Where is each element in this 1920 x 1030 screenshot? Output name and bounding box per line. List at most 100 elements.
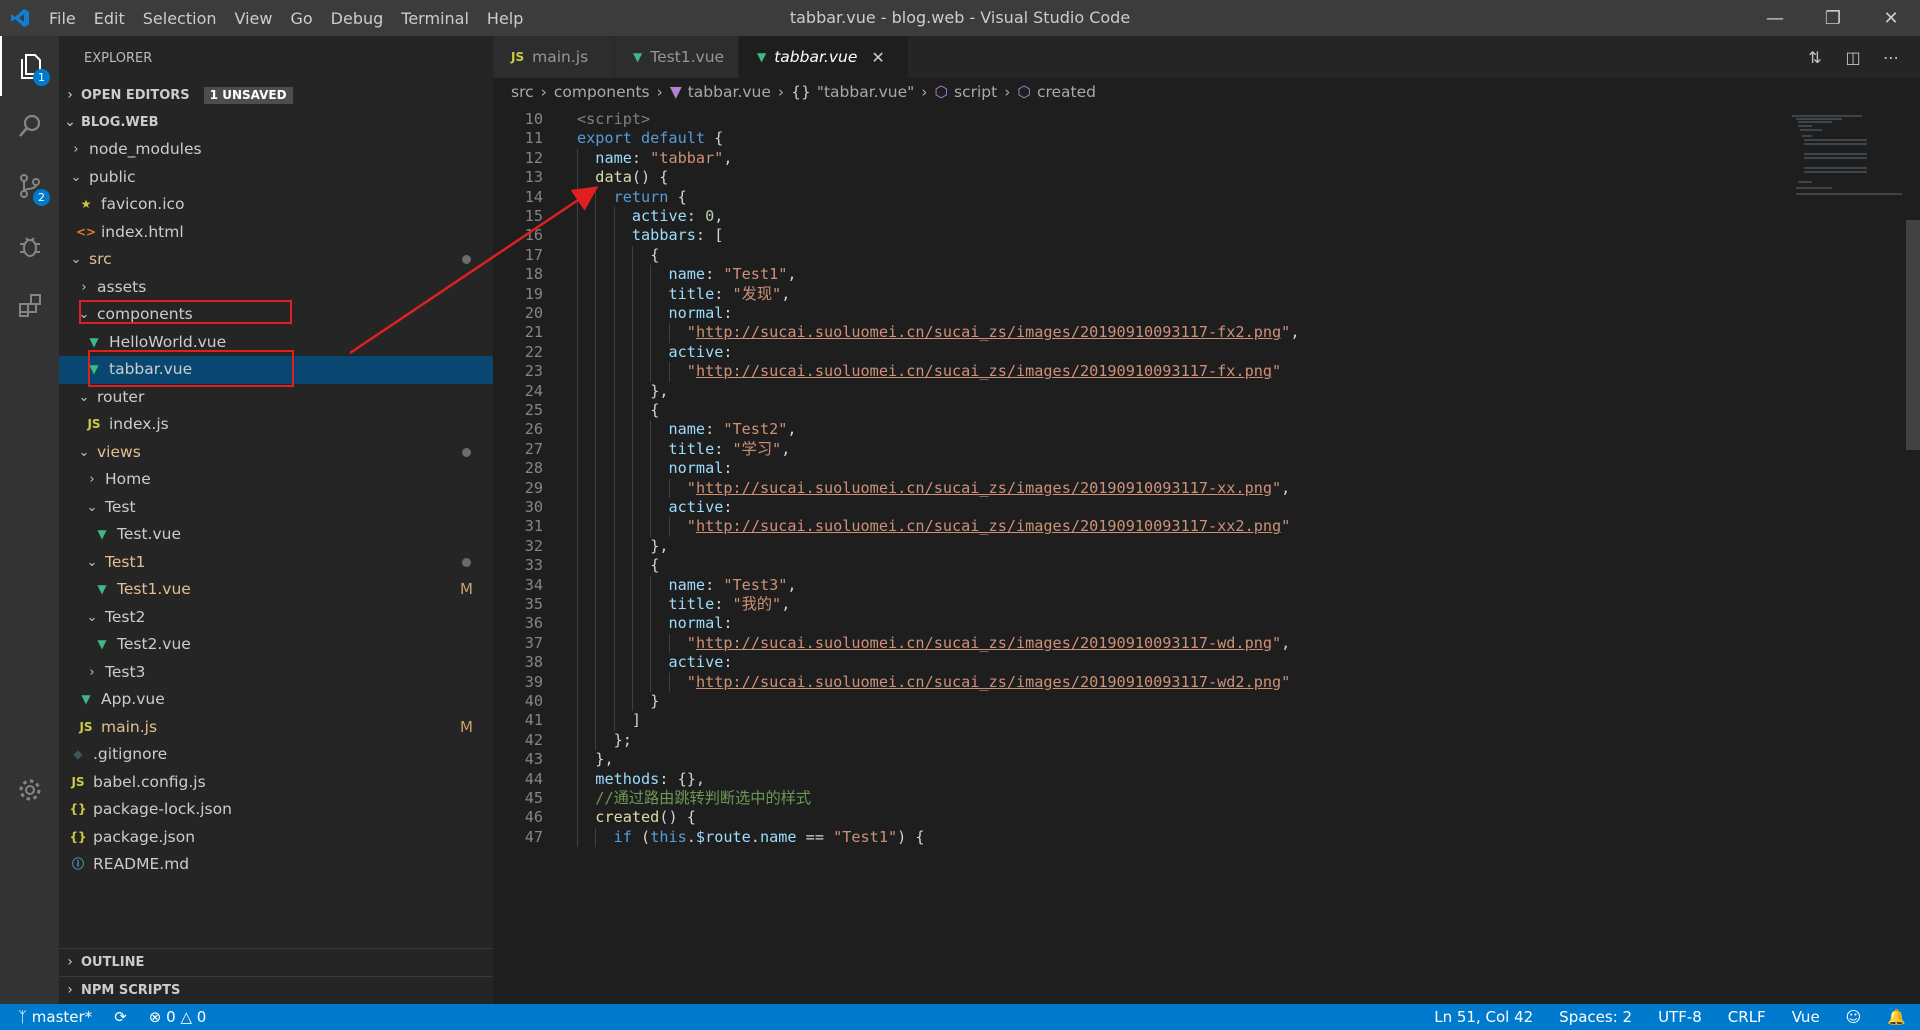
menu-terminal[interactable]: Terminal: [392, 9, 478, 28]
scrollbar-thumb[interactable]: [1906, 220, 1920, 450]
outline-section[interactable]: › OUTLINE: [59, 948, 493, 976]
menu-help[interactable]: Help: [478, 9, 532, 28]
code-token: : [: [695, 226, 724, 245]
code-token: {: [650, 245, 660, 264]
menu-file[interactable]: File: [40, 9, 85, 28]
encoding[interactable]: UTF-8: [1658, 1008, 1702, 1026]
minimap[interactable]: [1792, 110, 1902, 210]
npm-scripts-section[interactable]: › NPM SCRIPTS: [59, 976, 493, 1004]
close-icon[interactable]: ✕: [871, 48, 884, 67]
explorer-button[interactable]: 1: [0, 36, 59, 96]
breadcrumb-item[interactable]: src: [511, 83, 534, 101]
tab-main-js[interactable]: JS main.js: [493, 36, 615, 78]
folder-item[interactable]: › Home: [59, 466, 493, 494]
file-item[interactable]: JS main.js M: [59, 714, 493, 742]
folder-item[interactable]: › assets: [59, 274, 493, 302]
file-item[interactable]: <> index.html: [59, 219, 493, 247]
code-line: 37 "http://sucai.suoluomei.cn/sucai_zs/im…: [493, 634, 1793, 653]
sync-icon[interactable]: ⟳: [114, 1008, 127, 1026]
file-item[interactable]: {} package.json: [59, 824, 493, 852]
breadcrumb-item[interactable]: components: [554, 83, 650, 101]
settings-button[interactable]: [0, 760, 59, 820]
file-item[interactable]: ▼ Test2.vue: [59, 631, 493, 659]
code-token[interactable]: http://sucai.suoluomei.cn/sucai_zs/image…: [696, 673, 1281, 691]
compare-changes-icon[interactable]: ⇅: [1796, 48, 1834, 67]
menu-go[interactable]: Go: [281, 9, 321, 28]
indentation[interactable]: Spaces: 2: [1559, 1008, 1632, 1026]
code-text: active: 0,: [632, 207, 723, 226]
breadcrumb-item[interactable]: script: [954, 83, 997, 101]
debug-button[interactable]: [0, 216, 59, 276]
menu-edit[interactable]: Edit: [85, 9, 134, 28]
folder-item[interactable]: ⌄ views: [59, 439, 493, 467]
restore-icon[interactable]: ❐: [1804, 0, 1862, 36]
file-item[interactable]: {} package-lock.json: [59, 796, 493, 824]
code-line: 23 "http://sucai.suoluomei.cn/sucai_zs/im…: [493, 362, 1793, 381]
problems-indicator[interactable]: ⊗ 0 △ 0: [149, 1008, 207, 1026]
branch-indicator[interactable]: ᛉ master*: [18, 1008, 92, 1026]
breadcrumb-item[interactable]: tabbar.vue: [688, 83, 771, 101]
tab-tabbar-vue[interactable]: ▼ tabbar.vue ✕: [739, 36, 909, 78]
code-token: :: [723, 498, 733, 516]
folder-item[interactable]: ⌄ Test2: [59, 604, 493, 632]
folder-item[interactable]: ⌄ Test: [59, 494, 493, 522]
breadcrumb-item[interactable]: "tabbar.vue": [817, 83, 914, 101]
npm-scripts-label: NPM SCRIPTS: [81, 983, 181, 998]
indent-guide: [668, 362, 670, 382]
open-editors-section[interactable]: › OPEN EDITORS 1 UNSAVED: [59, 82, 493, 109]
minimize-icon[interactable]: —: [1746, 0, 1804, 36]
code-token: "Test1": [833, 827, 898, 846]
folder-item[interactable]: › Test3: [59, 659, 493, 687]
code-token: this: [650, 827, 687, 846]
file-item[interactable]: ★ favicon.ico: [59, 191, 493, 219]
folder-item[interactable]: ⌄ Test1: [59, 549, 493, 577]
tree-item-label: views: [97, 442, 141, 461]
code-token[interactable]: http://sucai.suoluomei.cn/sucai_zs/image…: [696, 634, 1272, 652]
extensions-button[interactable]: [0, 276, 59, 336]
js-file-icon: JS: [71, 774, 85, 789]
folder-item[interactable]: ⌄ public: [59, 164, 493, 192]
file-item[interactable]: ▼ App.vue: [59, 686, 493, 714]
file-item[interactable]: JS babel.config.js: [59, 769, 493, 797]
breadcrumb-item[interactable]: created: [1037, 83, 1096, 101]
close-icon[interactable]: ✕: [1862, 0, 1920, 36]
menu-view[interactable]: View: [226, 9, 282, 28]
search-button[interactable]: [0, 96, 59, 156]
code-token: "Test3": [723, 575, 788, 594]
tree-item-label: public: [89, 167, 136, 186]
workspace-section[interactable]: ⌄ BLOG.WEB: [59, 109, 493, 136]
file-item[interactable]: ⓘ README.md: [59, 851, 493, 879]
tab-test1-vue[interactable]: ▼ Test1.vue: [615, 36, 739, 78]
file-item[interactable]: ▼ Test.vue: [59, 521, 493, 549]
end-of-line[interactable]: CRLF: [1728, 1008, 1766, 1026]
code-token[interactable]: http://sucai.suoluomei.cn/sucai_zs/image…: [696, 479, 1272, 497]
code-editor[interactable]: 10 <script> 11 export default {12 name: "tab…: [493, 110, 1920, 1004]
menu-selection[interactable]: Selection: [134, 9, 226, 28]
folder-item[interactable]: ⌄ router: [59, 384, 493, 412]
cursor-position[interactable]: Ln 51, Col 42: [1434, 1008, 1533, 1026]
menu-debug[interactable]: Debug: [322, 9, 393, 28]
tree-item-label: Test1: [105, 552, 146, 571]
line-number: 16: [524, 226, 543, 245]
code-token[interactable]: http://sucai.suoluomei.cn/sucai_zs/image…: [696, 362, 1272, 380]
vertical-scrollbar[interactable]: [1906, 110, 1920, 1004]
language-mode[interactable]: Vue: [1792, 1008, 1820, 1026]
file-item[interactable]: JS index.js: [59, 411, 493, 439]
code-token: ": [686, 362, 696, 381]
code-line: 42};: [493, 731, 1793, 750]
more-actions-icon[interactable]: ⋯: [1872, 48, 1910, 67]
source-control-button[interactable]: 2: [0, 156, 59, 216]
code-text: created() {: [595, 808, 696, 827]
folder-item[interactable]: ⌄ src: [59, 246, 493, 274]
file-item[interactable]: ▼ Test1.vue M: [59, 576, 493, 604]
feedback-icon[interactable]: ☺: [1846, 1008, 1862, 1026]
file-item[interactable]: ◆ .gitignore: [59, 741, 493, 769]
code-token: active: [668, 498, 724, 516]
code-text: },: [650, 382, 668, 401]
split-editor-icon[interactable]: ◫: [1834, 48, 1872, 67]
code-token[interactable]: http://sucai.suoluomei.cn/sucai_zs/image…: [696, 323, 1281, 341]
bell-icon[interactable]: 🔔: [1887, 1008, 1906, 1026]
folder-item[interactable]: › node_modules: [59, 136, 493, 164]
code-token[interactable]: http://sucai.suoluomei.cn/sucai_zs/image…: [696, 517, 1281, 535]
tree-item-label: Home: [105, 470, 151, 488]
